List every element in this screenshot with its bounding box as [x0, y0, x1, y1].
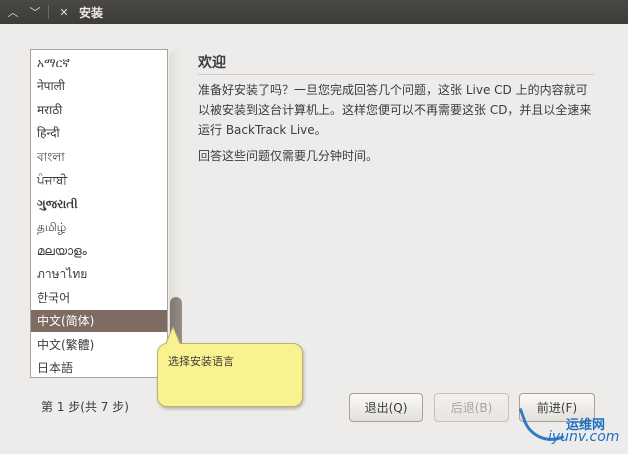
quit-button[interactable]: 退出(Q) [349, 393, 423, 422]
back-button[interactable]: 后退(B) [434, 393, 509, 422]
minimize-button[interactable]: ︿ [4, 4, 22, 20]
close-icon: ✕ [59, 5, 69, 19]
language-item[interactable]: አማርኛ [31, 52, 167, 74]
language-item[interactable]: 日本語 [31, 357, 167, 377]
language-item[interactable]: മലയാളം [31, 240, 167, 262]
language-item-selected[interactable]: 中文(简体) [31, 310, 167, 332]
language-item[interactable]: हिन्दी [31, 122, 167, 144]
language-item[interactable]: ਪੰਜਾਬੀ [31, 169, 167, 191]
chevron-up-icon: ︿ [7, 6, 19, 19]
tooltip-pointer-fill [166, 328, 180, 345]
page-title: 欢迎 [198, 55, 226, 71]
tooltip-text: 选择安装语言 [168, 355, 234, 368]
language-item[interactable]: मराठी [31, 99, 167, 121]
language-item[interactable]: 中文(繁體) [31, 334, 167, 356]
language-item[interactable]: বাংলা [31, 146, 167, 168]
close-button[interactable]: ✕ [55, 4, 73, 20]
language-item[interactable]: தமிழ் [31, 216, 167, 238]
maximize-button[interactable]: ﹀ [26, 4, 44, 20]
welcome-section: 欢迎 [198, 52, 598, 72]
language-item[interactable]: 한국어 [31, 287, 167, 309]
language-item[interactable]: ગુજરાતી [31, 193, 167, 215]
language-list[interactable]: አማርኛ नेपाली मराठी हिन्दी বাংলা ਪੰਜਾਬੀ ગુ… [30, 49, 168, 378]
language-item[interactable]: ภาษาไทย [31, 263, 167, 285]
title-bar: ︿ ﹀ ✕ 安装 [0, 0, 628, 24]
time-note: 回答这些问题仅需要几分钟时间。 [198, 149, 379, 163]
heading-divider [198, 74, 594, 75]
titlebar-separator [48, 5, 49, 19]
chevron-down-icon: ﹀ [29, 6, 41, 19]
window-title: 安装 [79, 5, 104, 20]
step-indicator: 第 1 步(共 7 步) [41, 400, 129, 414]
language-tooltip: 选择安装语言 [157, 343, 303, 407]
language-item[interactable]: नेपाली [31, 75, 167, 97]
watermark-en: iyunv.com [548, 429, 620, 445]
welcome-paragraph: 准备好安装了吗？一旦您完成回答几个问题，这张 Live CD 上的内容就可以被安… [198, 83, 592, 137]
